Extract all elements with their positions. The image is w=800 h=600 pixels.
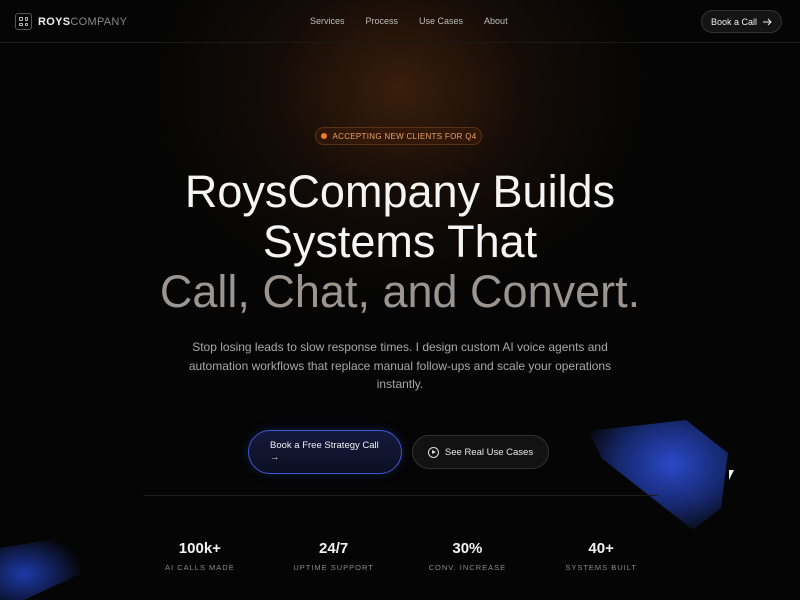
arrow-right-icon: → [270, 452, 280, 463]
status-dot-icon [320, 133, 327, 139]
section-divider [143, 495, 658, 496]
mouse-cursor-icon [729, 470, 734, 480]
headline-line-3: Call, Chat, and Convert. [159, 266, 641, 317]
hero-subheading: Stop losing leads to slow response times… [188, 340, 612, 391]
headline-line-2: Systems That [262, 216, 538, 267]
stat-item: 100k+ AI CALLS MADE [133, 540, 267, 572]
stats-row: 100k+ AI CALLS MADE 24/7 UPTIME SUPPORT … [133, 540, 668, 572]
secondary-cta-label: See Real Use Cases [444, 446, 534, 458]
stat-item: 30% CONV. INCREASE [401, 540, 535, 572]
book-call-button[interactable]: Book a Call [701, 10, 782, 33]
primary-cta-label: Book a Free Strategy Call [270, 440, 379, 451]
headline-line-1: RoysCompany Builds [184, 166, 616, 217]
nav-services[interactable]: Services [310, 16, 345, 26]
badge-text: ACCEPTING NEW CLIENTS FOR Q4 [332, 131, 477, 141]
stat-label: SYSTEMS BUILT [565, 563, 637, 572]
logo-icon [15, 13, 32, 30]
nav-use-cases[interactable]: Use Cases [419, 16, 463, 26]
site-header: ROYSCOMPANY Services Process Use Cases A… [0, 0, 800, 43]
main-nav: Services Process Use Cases About [310, 16, 529, 26]
stat-value: 24/7 [319, 540, 349, 557]
stat-label: AI CALLS MADE [165, 563, 235, 572]
decorative-blue-shape-left [0, 535, 80, 600]
logo-text: ROYSCOMPANY [38, 15, 128, 28]
status-badge: ACCEPTING NEW CLIENTS FOR Q4 [315, 127, 482, 145]
arrow-right-icon [763, 18, 772, 25]
play-circle-icon [427, 446, 439, 458]
logo[interactable]: ROYSCOMPANY [15, 13, 127, 30]
book-strategy-call-button[interactable]: Book a Free Strategy Call → [248, 430, 402, 474]
see-use-cases-button[interactable]: See Real Use Cases [412, 435, 549, 469]
stat-item: 40+ SYSTEMS BUILT [534, 540, 668, 572]
book-call-label: Book a Call [710, 16, 758, 27]
nav-about[interactable]: About [484, 16, 508, 26]
stat-value: 30% [452, 540, 483, 557]
stat-label: UPTIME SUPPORT [293, 563, 374, 572]
nav-process[interactable]: Process [366, 16, 399, 26]
stat-value: 100k+ [178, 540, 221, 557]
decorative-blue-shape [588, 420, 728, 530]
stat-item: 24/7 UPTIME SUPPORT [267, 540, 401, 572]
stat-label: CONV. INCREASE [428, 563, 507, 572]
stat-value: 40+ [588, 540, 614, 557]
